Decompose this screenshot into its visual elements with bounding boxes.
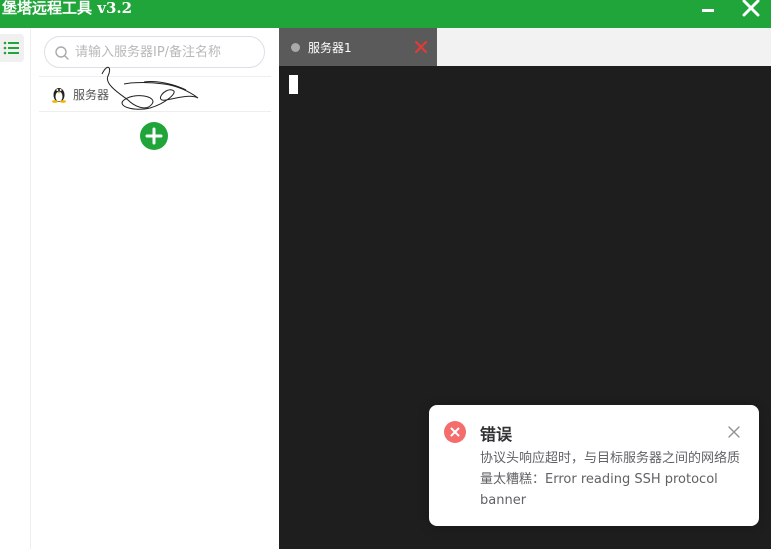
notification-message: 协议头响应超时，与目标服务器之间的网络质量太糟糕：Error reading S… bbox=[480, 451, 741, 508]
window-title: 堡塔远程工具 v3.2 bbox=[2, 0, 133, 17]
error-icon bbox=[444, 421, 466, 443]
tab-server-1[interactable]: 服务器1 bbox=[279, 28, 437, 66]
search-box bbox=[44, 36, 265, 68]
menu-icon bbox=[3, 41, 19, 55]
minimize-icon bbox=[702, 9, 714, 12]
server-sidebar: 服务器 bbox=[31, 28, 279, 549]
error-notification: 错误 协议头响应超时，与目标服务器之间的网络质量太糟糕：Error readin… bbox=[429, 405, 759, 526]
minimize-button[interactable] bbox=[694, 0, 722, 28]
server-list-item[interactable]: 服务器 bbox=[39, 77, 271, 111]
close-icon[interactable] bbox=[727, 425, 741, 439]
plus-icon bbox=[145, 127, 163, 145]
terminal-cursor bbox=[289, 75, 298, 94]
close-icon bbox=[742, 0, 760, 17]
divider bbox=[39, 111, 271, 112]
left-rail bbox=[0, 28, 31, 549]
status-dot bbox=[291, 43, 300, 52]
add-server-button[interactable] bbox=[140, 122, 168, 150]
notification-title: 错误 bbox=[480, 425, 513, 444]
window-close-button[interactable] bbox=[736, 0, 766, 28]
close-icon[interactable] bbox=[414, 40, 428, 54]
search-input[interactable] bbox=[75, 43, 260, 61]
menu-button[interactable] bbox=[0, 34, 24, 62]
server-label: 服务器 bbox=[73, 88, 110, 102]
title-bar: 堡塔远程工具 v3.2 bbox=[0, 0, 771, 28]
tab-bar: 服务器1 bbox=[279, 28, 771, 66]
linux-icon bbox=[52, 88, 66, 103]
search-icon bbox=[55, 46, 69, 60]
tab-label: 服务器1 bbox=[308, 41, 352, 55]
